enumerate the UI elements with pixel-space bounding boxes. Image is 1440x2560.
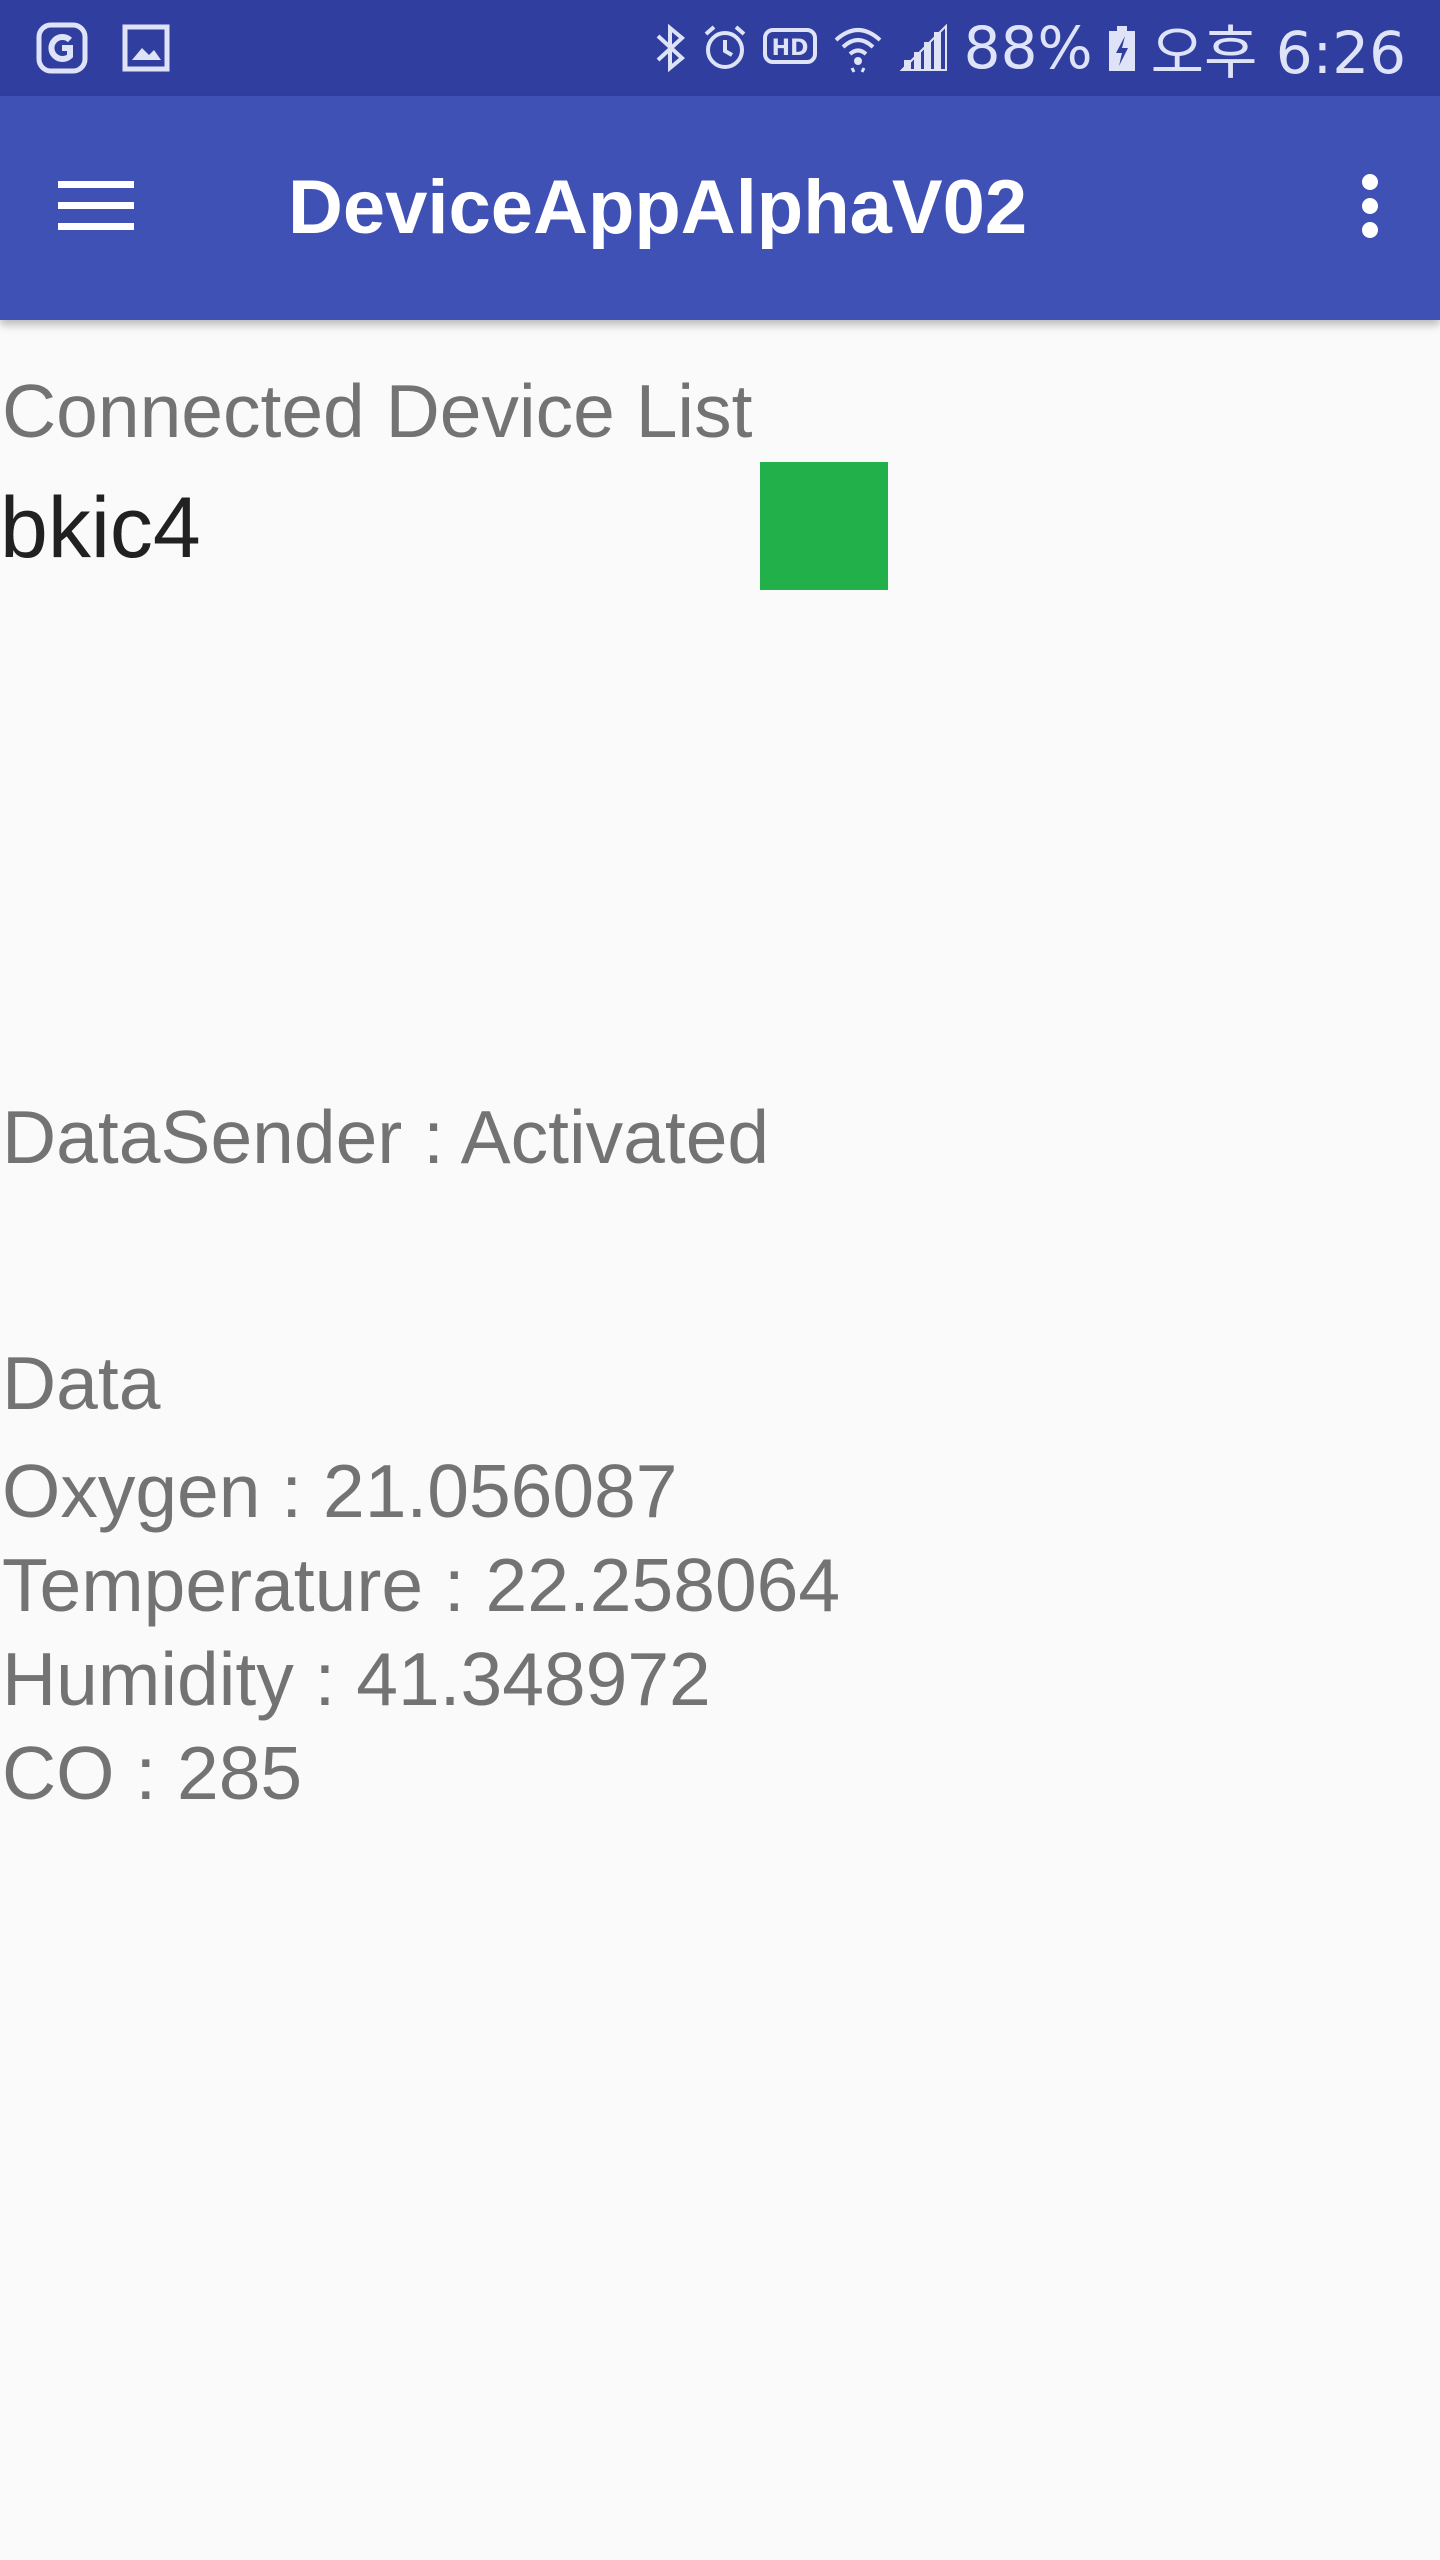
oxygen-reading: Oxygen : 21.056087: [2, 1449, 678, 1533]
humidity-reading: Humidity : 41.348972: [2, 1637, 711, 1721]
menu-button[interactable]: [34, 158, 158, 258]
battery-percent: 88%: [963, 14, 1093, 82]
svg-text:HD: HD: [771, 36, 808, 61]
signal-icon: [898, 22, 950, 74]
status-bar-right: HD 88% 오후 6:26: [654, 10, 1406, 87]
status-bar: HD 88% 오후 6:26: [0, 0, 1440, 96]
alarm-icon: [702, 22, 748, 74]
battery-charging-icon: [1107, 22, 1137, 74]
wifi-icon: [832, 22, 884, 74]
hd-icon: HD: [762, 22, 818, 74]
image-icon: [122, 22, 174, 74]
device-name[interactable]: bkic4: [0, 478, 201, 578]
bluetooth-icon: [654, 22, 688, 74]
temperature-reading: Temperature : 22.258064: [2, 1543, 841, 1627]
data-heading: Data: [2, 1341, 161, 1425]
app-title: DeviceAppAlphaV02: [288, 165, 1028, 250]
app-bar: DeviceAppAlphaV02: [0, 96, 1440, 320]
cloud-app-icon: [36, 22, 88, 74]
device-status-indicator: [760, 462, 888, 590]
hamburger-menu-icon: [58, 179, 134, 238]
co-reading: CO : 285: [2, 1731, 303, 1815]
device-list-heading: Connected Device List: [2, 369, 753, 453]
clock-time: 오후 6:26: [1150, 19, 1406, 87]
data-sender-status: DataSender : Activated: [2, 1095, 770, 1179]
overflow-menu-button[interactable]: [1320, 152, 1420, 264]
more-vert-icon: [1359, 173, 1381, 244]
